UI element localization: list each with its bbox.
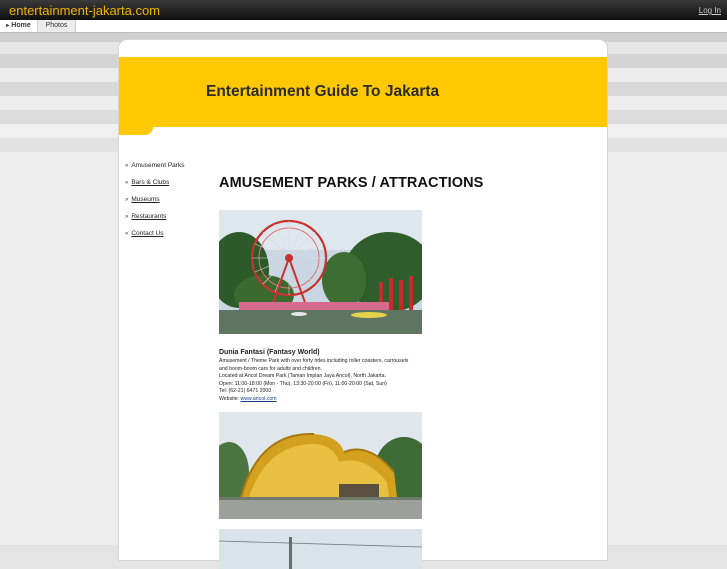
top-bar: entertainment-jakarta.com Log In (0, 0, 727, 20)
double-chevron-icon: » (125, 180, 129, 186)
sidebar-item-bars-clubs[interactable]: » Bars & Clubs (125, 177, 215, 194)
sidebar-item-restaurants[interactable]: » Restaurants (125, 211, 215, 228)
sidebar-item-label: Restaurants (131, 213, 167, 220)
ferris-wheel-photo (219, 210, 422, 334)
double-chevron-icon: » (125, 214, 129, 220)
attraction-desc-line1: Amusement / Theme Park with over forty r… (219, 358, 409, 364)
attraction-hours: Open: 11:00-18:00 (Mon - Thu), 13:30-20:… (219, 380, 387, 387)
site-title[interactable]: entertainment-jakarta.com (9, 3, 160, 18)
content-card: Entertainment Guide To Jakarta » Amusemen… (119, 40, 607, 569)
double-chevron-icon: » (125, 231, 129, 237)
attraction-phone: Tel: (62-21) 6471 2000 (219, 388, 272, 394)
section-heading: AMUSEMENT PARKS / ATTRACTIONS (219, 175, 484, 191)
attraction-website: Website: www.ancol.com (219, 396, 439, 404)
sidebar-item-label: Amusement Parks (131, 162, 185, 169)
attraction-desc-line2: and boom-boom cars for adults and childr… (219, 365, 322, 372)
double-chevron-icon: » (125, 163, 129, 169)
banner-tab-decoration (119, 127, 153, 135)
header-banner: Entertainment Guide To Jakarta (119, 57, 607, 127)
login-link[interactable]: Log In (699, 6, 721, 15)
website-label: Website: (219, 395, 241, 402)
attraction-description: Dunia Fantasi (Fantasy World) Amusement … (219, 348, 439, 403)
sidebar-item-amusement-parks[interactable]: » Amusement Parks (125, 160, 215, 177)
sidebar-item-label: Contact Us (131, 230, 164, 237)
tab-bar: Home Photos (0, 20, 727, 33)
sidebar-nav: » Amusement Parks » Bars & Clubs » Museums … (125, 160, 215, 245)
attraction-photo-partial (219, 529, 422, 569)
sidebar-item-contact-us[interactable]: » Contact Us (125, 228, 215, 245)
page-title: Entertainment Guide To Jakarta (206, 83, 440, 100)
attraction-location: Located at Ancol Dream Park (Taman Impia… (219, 373, 386, 379)
sidebar-item-label: Museums (131, 196, 160, 203)
website-link[interactable]: www.ancol.com (241, 396, 277, 402)
double-chevron-icon: » (125, 197, 129, 203)
sidebar-item-museums[interactable]: » Museums (125, 194, 215, 211)
tab-home[interactable]: Home (0, 20, 38, 32)
tab-photos[interactable]: Photos (38, 20, 76, 32)
sidebar-item-label: Bars & Clubs (131, 179, 170, 186)
theater-building-photo (219, 412, 422, 519)
attraction-name: Dunia Fantasi (Fantasy World) (219, 349, 320, 356)
